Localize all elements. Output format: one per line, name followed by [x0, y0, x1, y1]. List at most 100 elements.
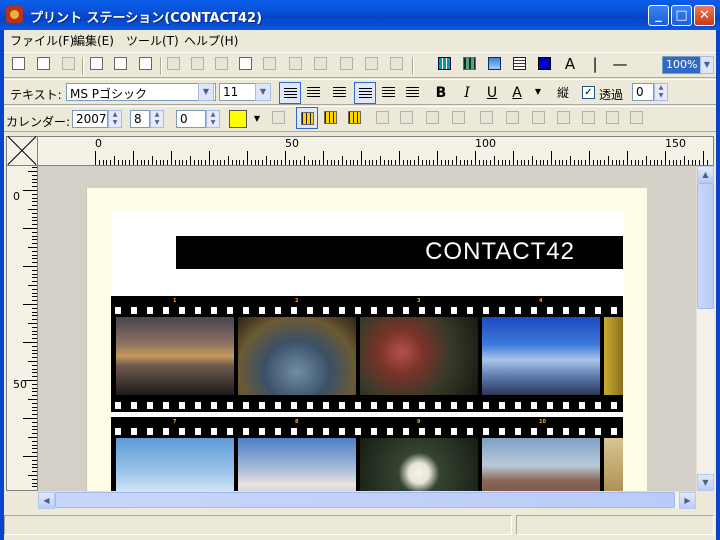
calendar-offset-input[interactable]: 0: [176, 110, 206, 128]
chevron-down-icon[interactable]: ▼: [255, 83, 271, 101]
scroll-right-icon[interactable]: ▶: [679, 492, 696, 509]
photo-partial[interactable]: [604, 317, 623, 395]
photo-mountain[interactable]: [482, 438, 600, 491]
transparent-value-input[interactable]: 0: [632, 83, 654, 101]
insert-rectangle-icon[interactable]: [534, 53, 556, 75]
align-left-button[interactable]: [279, 82, 301, 104]
photo-flower[interactable]: [360, 438, 478, 491]
split-icon[interactable]: [396, 107, 418, 129]
frame-layout-icon[interactable]: [344, 107, 366, 129]
arrow-down-left-icon[interactable]: [578, 107, 600, 129]
arrow-horizontal-icon[interactable]: [602, 107, 624, 129]
merge-icon[interactable]: [422, 107, 444, 129]
underline-button[interactable]: U: [481, 82, 503, 104]
photo-sunset[interactable]: [116, 317, 234, 395]
save-icon[interactable]: [58, 53, 80, 75]
open-folder-icon[interactable]: [33, 53, 55, 75]
film-icon[interactable]: [448, 107, 470, 129]
vertical-text-button[interactable]: 縦: [552, 82, 574, 104]
offset-spinner[interactable]: ▲ ▼: [206, 110, 220, 128]
insert-film-icon[interactable]: [459, 53, 481, 75]
transparent-checkbox[interactable]: ✓: [582, 86, 595, 99]
arrow-down-right-icon[interactable]: [528, 107, 550, 129]
ruler-corner[interactable]: [6, 136, 38, 166]
edit-icon[interactable]: [502, 107, 524, 129]
calendar-style-icon[interactable]: [268, 107, 290, 129]
ungroup-icon[interactable]: [336, 53, 358, 75]
rotate-icon[interactable]: [476, 107, 498, 129]
menu-file[interactable]: ファイル(F): [10, 32, 74, 49]
italic-button[interactable]: I: [456, 82, 478, 104]
menu-help[interactable]: ヘルプ(H): [184, 32, 238, 49]
horizontal-scroll-thumb[interactable]: [55, 492, 675, 508]
insert-image-icon[interactable]: [484, 53, 506, 75]
scroll-up-icon[interactable]: ▲: [697, 166, 714, 183]
valign-bottom-button[interactable]: [402, 82, 424, 104]
photo-clouds[interactable]: [116, 438, 234, 491]
undo-icon[interactable]: [163, 53, 185, 75]
title-band[interactable]: CONTACT42: [176, 236, 623, 269]
delete-icon[interactable]: [285, 53, 307, 75]
insert-horizontal-line-button[interactable]: —: [609, 53, 631, 75]
print-icon[interactable]: [86, 53, 108, 75]
transparent-spinner[interactable]: ▲ ▼: [654, 83, 668, 101]
vertical-scrollbar[interactable]: ▲ ▼: [696, 166, 714, 491]
paste-icon[interactable]: [235, 53, 257, 75]
bring-front-icon[interactable]: [361, 53, 383, 75]
vertical-scroll-thumb[interactable]: [697, 183, 714, 309]
valign-middle-button[interactable]: [378, 82, 400, 104]
text-color-button[interactable]: A: [506, 82, 528, 104]
minimize-button[interactable]: _: [648, 5, 669, 26]
arrow-down-icon[interactable]: [553, 107, 575, 129]
align-center-button[interactable]: [303, 82, 325, 104]
chevron-down-icon[interactable]: ▼: [530, 83, 546, 101]
page-setup-icon[interactable]: [135, 53, 157, 75]
align-right-button[interactable]: [329, 82, 351, 104]
calendar-year-input[interactable]: 2007: [72, 110, 108, 128]
close-button[interactable]: ✕: [694, 5, 715, 26]
scroll-left-icon[interactable]: ◀: [38, 492, 55, 509]
fit-icon[interactable]: [372, 107, 394, 129]
scroll-down-icon[interactable]: ▼: [697, 474, 714, 491]
table-layout-icon[interactable]: [320, 107, 342, 129]
title-bar[interactable]: プリント ステーション(CONTACT42) _ □ ✕: [0, 0, 720, 30]
insert-vertical-line-button[interactable]: |: [584, 53, 606, 75]
photo-sky[interactable]: [482, 317, 600, 395]
insert-calendar-icon[interactable]: [509, 53, 531, 75]
photo-leaves[interactable]: [360, 317, 478, 395]
paste-special-icon[interactable]: [259, 53, 281, 75]
send-back-icon[interactable]: [386, 53, 408, 75]
ruler-tick: [323, 151, 324, 165]
document-canvas[interactable]: CONTACT42 1 2 3 4 7 8 9 10: [38, 166, 696, 491]
month-spinner[interactable]: ▲ ▼: [150, 110, 164, 128]
insert-text-button[interactable]: A: [559, 53, 581, 75]
group-icon[interactable]: [310, 53, 332, 75]
new-document-icon[interactable]: [8, 53, 30, 75]
film-strip-row-2[interactable]: 7 8 9 10: [111, 417, 623, 491]
maximize-button[interactable]: □: [671, 5, 692, 26]
photo-pond[interactable]: [238, 317, 356, 395]
font-name-select[interactable]: MS Pゴシック: [66, 83, 216, 101]
horizontal-scrollbar[interactable]: ◀ ▶: [38, 491, 696, 509]
chevron-down-icon[interactable]: ▼: [249, 110, 265, 128]
redo-icon[interactable]: [187, 53, 209, 75]
year-spinner[interactable]: ▲ ▼: [108, 110, 122, 128]
bold-button[interactable]: B: [430, 82, 452, 104]
copy-icon[interactable]: [211, 53, 233, 75]
calendar-color-swatch[interactable]: [229, 110, 247, 128]
insert-table-icon[interactable]: [434, 53, 456, 75]
ruler-tick: [577, 160, 579, 165]
photo-mountain-snow[interactable]: [238, 438, 356, 491]
arrow-vertical-icon[interactable]: [626, 107, 648, 129]
app-icon[interactable]: [6, 6, 23, 23]
menu-edit[interactable]: 編集(E): [73, 32, 114, 49]
chevron-down-icon[interactable]: ▼: [700, 56, 714, 74]
photo-partial[interactable]: [604, 438, 623, 491]
grid-layout-icon[interactable]: [296, 107, 318, 129]
film-strip-row-1[interactable]: 1 2 3 4: [111, 296, 623, 412]
valign-top-button[interactable]: [354, 82, 376, 104]
chevron-down-icon[interactable]: ▼: [198, 83, 214, 101]
calendar-month-input[interactable]: 8: [130, 110, 150, 128]
menu-tools[interactable]: ツール(T): [126, 32, 179, 49]
print-preview-icon[interactable]: [110, 53, 132, 75]
